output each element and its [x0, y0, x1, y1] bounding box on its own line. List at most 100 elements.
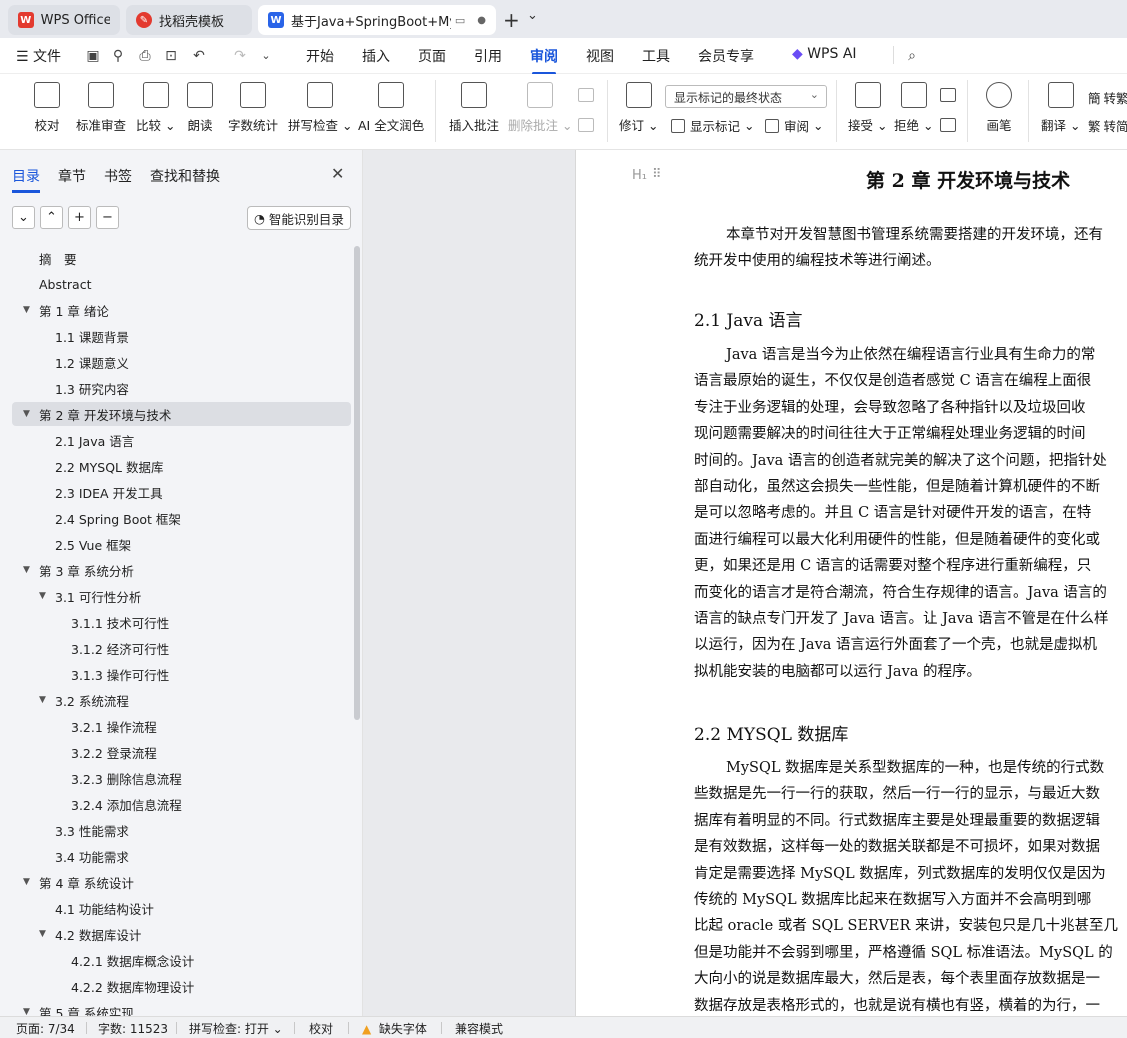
menu-review[interactable]: 审阅 [530, 46, 558, 75]
toc-item[interactable]: 4.1 功能结构设计 [12, 896, 351, 920]
minus-icon[interactable]: − [96, 206, 119, 229]
reject-button[interactable]: 拒绝 ⌄ [894, 82, 933, 134]
toc-item[interactable]: 3.1.1 技术可行性 [12, 610, 351, 634]
search-icon[interactable]: ⌕ [904, 48, 920, 64]
proofread-button[interactable]: 校对 [34, 82, 60, 134]
toc-item[interactable]: ▼ 4.2 数据库设计 [12, 922, 351, 946]
tab-toc[interactable]: 目录 [12, 166, 40, 193]
prev-change-icon[interactable] [940, 88, 956, 102]
plus-icon[interactable]: + [68, 206, 91, 229]
toc-item[interactable]: Abstract [12, 272, 351, 296]
redo-icon[interactable]: ↷ [232, 48, 248, 64]
toc-item[interactable]: 1.3 研究内容 [12, 376, 351, 400]
to-traditional-button[interactable]: 簡转繁 [1088, 88, 1127, 107]
toc-item[interactable]: 2.2 MYSQL 数据库 [12, 454, 351, 478]
unsaved-dot-icon[interactable]: ● [477, 15, 486, 26]
toc-item[interactable]: ▼ 3.1 可行性分析 [12, 584, 351, 608]
show-markup-button[interactable]: 显示标记 ⌄ [671, 116, 754, 135]
toc-item[interactable]: 摘 要 [12, 246, 351, 270]
toc-item[interactable]: 3.4 功能需求 [12, 844, 351, 868]
print-icon[interactable]: ⎙ [137, 48, 153, 64]
toc-item[interactable]: ▼ 3.2 系统流程 [12, 688, 351, 712]
to-simplified-button[interactable]: 繁转简 [1088, 116, 1127, 135]
tab-bookmarks[interactable]: 书签 [104, 166, 132, 186]
toc-item[interactable]: ▼ 第 1 章 绪论 [12, 298, 351, 322]
toc-item[interactable]: 3.1.2 经济可行性 [12, 636, 351, 660]
link-icon[interactable]: ⚲ [110, 48, 126, 64]
expand-arrow-icon[interactable]: ▼ [23, 565, 30, 575]
accept-button[interactable]: 接受 ⌄ [848, 82, 887, 134]
undo-icon[interactable]: ↶ [191, 48, 207, 64]
expand-arrow-icon[interactable]: ▼ [39, 695, 46, 705]
menu-tools[interactable]: 工具 [642, 46, 670, 66]
toc-item[interactable]: 2.3 IDEA 开发工具 [12, 480, 351, 504]
toc-item[interactable]: 4.2.1 数据库概念设计 [12, 948, 351, 972]
print-preview-icon[interactable]: ⊡ [163, 48, 179, 64]
review-pane-button[interactable]: 审阅 ⌄ [765, 116, 823, 135]
next-comment-icon[interactable] [578, 118, 594, 132]
expand-arrow-icon[interactable]: ▼ [23, 305, 30, 315]
expand-arrow-icon[interactable]: ▼ [39, 929, 46, 939]
pen-button[interactable]: 画笔 [986, 82, 1012, 134]
more-chevron-icon[interactable]: ⌄ [258, 48, 274, 64]
track-changes-button[interactable]: 修订 ⌄ [619, 82, 658, 134]
expand-arrow-icon[interactable]: ▼ [23, 877, 30, 887]
tab-list-chevron-icon[interactable]: ⌄ [527, 8, 538, 23]
page-indicator[interactable]: 页面: 7/34 [16, 1020, 75, 1037]
word-count-button[interactable]: 字数统计 [228, 82, 278, 134]
toc-item[interactable]: 3.2.3 删除信息流程 [12, 766, 351, 790]
toc-item[interactable]: ▼ 第 3 章 系统分析 [12, 558, 351, 582]
spell-check-status[interactable]: 拼写检查: 打开 ⌄ [189, 1020, 283, 1037]
toc-item[interactable]: 2.1 Java 语言 [12, 428, 351, 452]
tab-find-replace[interactable]: 查找和替换 [150, 166, 220, 186]
toc-item[interactable]: 2.4 Spring Boot 框架 [12, 506, 351, 530]
next-change-icon[interactable] [940, 118, 956, 132]
wps-ai-button[interactable]: ◆ WPS AI [792, 46, 857, 62]
insert-comment-button[interactable]: 插入批注 [449, 82, 499, 134]
tab-wps-office[interactable]: W WPS Office [8, 5, 120, 35]
drag-handle-icon[interactable]: ⠿ [652, 167, 662, 182]
toc-item[interactable]: 3.3 性能需求 [12, 818, 351, 842]
read-aloud-button[interactable]: 朗读 [187, 82, 213, 134]
proofread-status[interactable]: 校对 [309, 1020, 333, 1037]
toc-item[interactable]: ▼ 第 4 章 系统设计 [12, 870, 351, 894]
prev-comment-icon[interactable] [578, 88, 594, 102]
toc-item[interactable]: 3.2.2 登录流程 [12, 740, 351, 764]
toc-item[interactable]: 2.5 Vue 框架 [12, 532, 351, 556]
standard-review-button[interactable]: 标准审查 [76, 82, 126, 134]
close-icon[interactable]: ✕ [331, 164, 344, 183]
file-menu[interactable]: ☰ 文件 [16, 46, 61, 66]
menu-reference[interactable]: 引用 [474, 46, 502, 66]
compare-button[interactable]: 比较 ⌄ [136, 82, 175, 134]
menu-insert[interactable]: 插入 [362, 46, 390, 66]
menu-page[interactable]: 页面 [418, 46, 446, 66]
tab-docer-templates[interactable]: ✎ 找稻壳模板 [126, 5, 252, 35]
document-page[interactable]: H₁ ⠿ 第 2 章 开发环境与技术 本章节对开发智慧图书管理系统需要搭建的开发… [575, 150, 1127, 1016]
tab-sections[interactable]: 章节 [58, 166, 86, 186]
toc-item[interactable]: ▼ 第 2 章 开发环境与技术 [12, 402, 351, 426]
menu-member[interactable]: 会员专享 [698, 46, 754, 66]
toc-item[interactable]: 3.2.1 操作流程 [12, 714, 351, 738]
smart-toc-button[interactable]: ◔ 智能识别目录 [247, 206, 351, 230]
toc-item[interactable]: 3.1.3 操作可行性 [12, 662, 351, 686]
menu-start[interactable]: 开始 [306, 46, 334, 66]
markup-display-select[interactable]: 显示标记的最终状态 ⌄ [665, 85, 827, 108]
new-tab-button[interactable]: + [503, 8, 520, 32]
expand-chevron-up-icon[interactable]: ⌃ [40, 206, 63, 229]
save-icon[interactable]: ▣ [85, 48, 101, 64]
toc-item[interactable]: 1.2 课题意义 [12, 350, 351, 374]
ai-polish-button[interactable]: AI 全文润色 [358, 82, 424, 134]
missing-font-status[interactable]: ▲ 缺失字体 [362, 1020, 427, 1037]
toc-item[interactable]: 3.2.4 添加信息流程 [12, 792, 351, 816]
collapse-chevron-down-icon[interactable]: ⌄ [12, 206, 35, 229]
word-count-indicator[interactable]: 字数: 11523 [98, 1020, 168, 1037]
toc-item[interactable]: 1.1 课题背景 [12, 324, 351, 348]
expand-arrow-icon[interactable]: ▼ [23, 409, 30, 419]
tab-current-document[interactable]: W 基于Java+SpringBoot+MyS ▭ ● [258, 5, 496, 35]
delete-comment-button[interactable]: 删除批注 ⌄ [508, 82, 572, 134]
toc-scrollbar[interactable] [354, 246, 360, 720]
expand-arrow-icon[interactable]: ▼ [39, 591, 46, 601]
spell-check-button[interactable]: 拼写检查 ⌄ [288, 82, 352, 134]
menu-view[interactable]: 视图 [586, 46, 614, 66]
toc-item[interactable]: 4.2.2 数据库物理设计 [12, 974, 351, 998]
